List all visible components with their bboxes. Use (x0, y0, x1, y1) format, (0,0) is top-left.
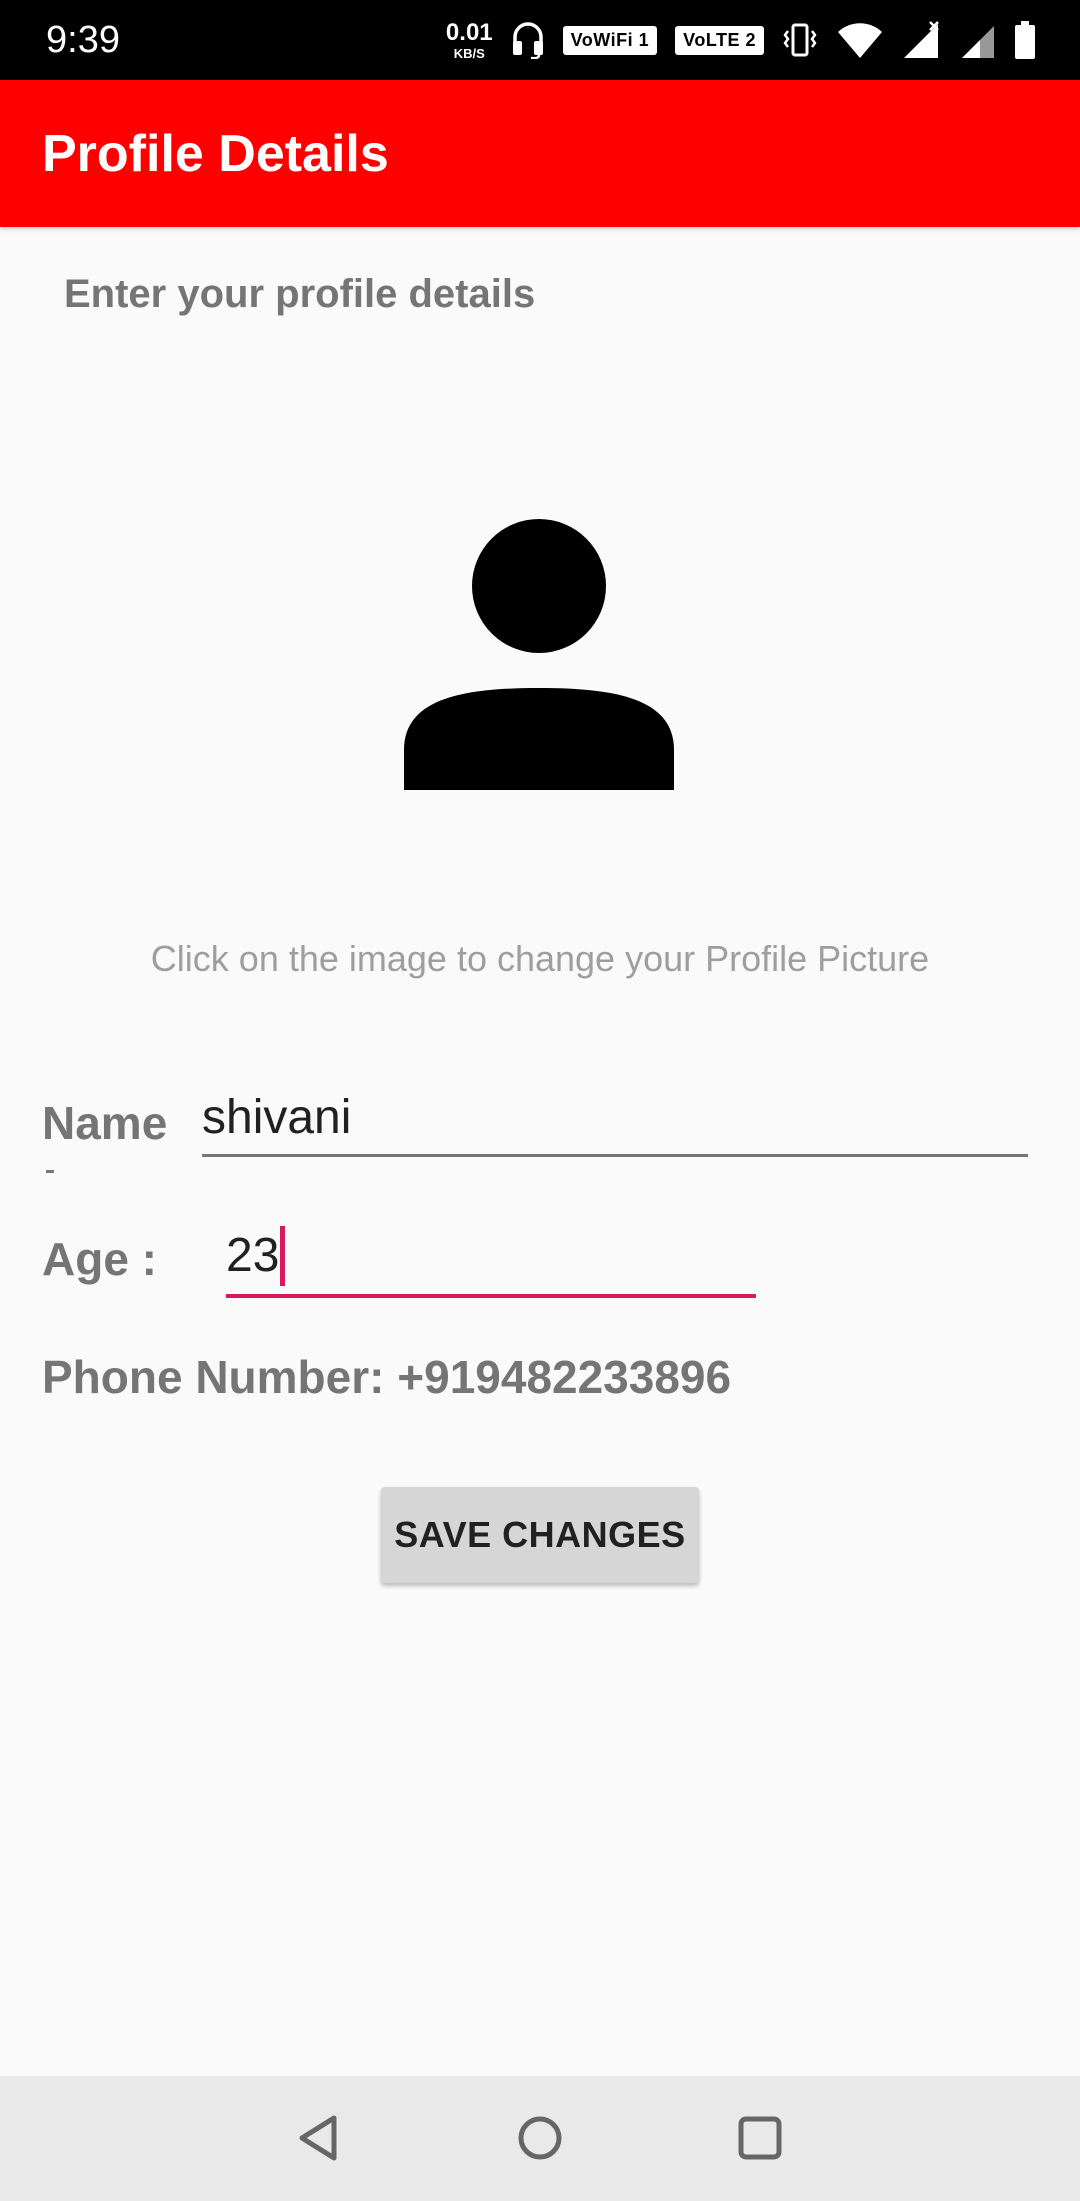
status-bar: 9:39 0.01 KB/S VoWiFi 1 VoLTE 2 (0, 0, 1080, 80)
name-label: Name (42, 1097, 168, 1149)
status-time: 9:39 (46, 19, 120, 61)
page-title: Profile Details (42, 125, 389, 183)
network-speed-unit: KB/S (453, 45, 485, 61)
network-speed: 0.01 KB/S (445, 18, 493, 61)
name-field-value: shivani (202, 1091, 352, 1144)
home-icon[interactable] (508, 2106, 572, 2170)
age-field[interactable]: 23 (226, 1226, 756, 1298)
phone-number-text: Phone Number: +919482233896 (42, 1351, 732, 1403)
text-cursor (280, 1226, 286, 1286)
profile-picture-hint: Click on the image to change your Profil… (150, 938, 930, 979)
screen: 9:39 0.01 KB/S VoWiFi 1 VoLTE 2 Profile … (0, 0, 1080, 2201)
network-speed-value: 0.01 (445, 18, 493, 46)
headset-icon (511, 21, 545, 59)
wifi-icon (836, 20, 884, 60)
signal-icon-sim2 (960, 20, 996, 60)
back-icon[interactable] (288, 2106, 352, 2170)
recents-icon[interactable] (728, 2106, 792, 2170)
signal-icon-sim1 (902, 20, 942, 60)
battery-icon (1014, 20, 1036, 60)
system-nav-bar (0, 2076, 1080, 2201)
status-icons: 0.01 KB/S VoWiFi 1 VoLTE 2 (446, 14, 1036, 66)
profile-picture[interactable] (404, 518, 674, 790)
app-bar: Profile Details (0, 80, 1080, 227)
volte-badge: VoLTE 2 (675, 25, 764, 55)
vibrate-icon (782, 21, 818, 59)
age-label: Age : (42, 1233, 157, 1285)
vowifi-badge: VoWiFi 1 (562, 25, 658, 55)
person-icon (404, 519, 674, 790)
name-field[interactable]: shivani (202, 1088, 1028, 1157)
age-field-value: 23 (226, 1229, 280, 1282)
section-subtitle: Enter your profile details (64, 272, 536, 316)
name-label-overflow-mark (46, 1170, 54, 1173)
save-changes-button[interactable]: SAVE CHANGES (381, 1487, 699, 1583)
